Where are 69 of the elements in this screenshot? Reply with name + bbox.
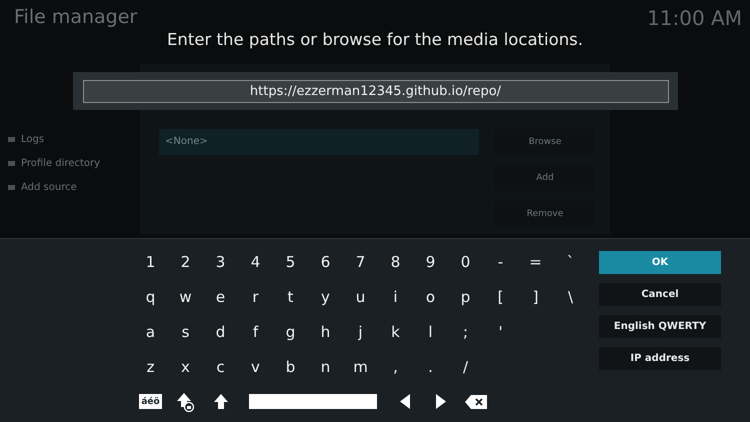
url-field[interactable]: https://ezzerman12345.github.io/repo/ — [82, 80, 668, 102]
keyboard-button[interactable]: English QWERTY — [599, 315, 721, 338]
keyboard-key[interactable]: v — [238, 352, 273, 382]
keyboard-key[interactable]: 8 — [378, 246, 413, 276]
left-arrow-icon — [400, 394, 411, 409]
keyboard-key[interactable]: ' — [483, 316, 518, 346]
right-arrow-icon — [435, 394, 446, 409]
backspace-icon — [464, 394, 486, 408]
keyboard-key[interactable]: ] — [518, 282, 553, 312]
bullet-icon — [8, 137, 15, 142]
keyboard-key[interactable]: . — [413, 352, 448, 382]
keyboard-key[interactable]: e — [203, 282, 238, 312]
bullet-icon — [8, 161, 15, 166]
keyboard-key[interactable]: 1 — [133, 246, 168, 276]
keyboard-key[interactable]: q — [133, 282, 168, 312]
bullet-icon — [8, 185, 15, 190]
keyboard-key[interactable]: l — [413, 316, 448, 346]
keyboard-key[interactable]: , — [378, 352, 413, 382]
keyboard-key[interactable]: n — [308, 352, 343, 382]
keyboard-key[interactable]: 2 — [168, 246, 203, 276]
keyboard-key[interactable]: 3 — [203, 246, 238, 276]
keyboard-key[interactable]: h — [308, 316, 343, 346]
sidebar-label: Logs — [21, 134, 44, 145]
path-field[interactable]: <None> — [159, 129, 479, 155]
keyboard-key[interactable]: t — [273, 282, 308, 312]
page-title: File manager — [14, 6, 138, 28]
keyboard-key[interactable]: f — [238, 316, 273, 346]
sidebar-item[interactable]: Add source — [8, 182, 100, 193]
keyboard-button[interactable]: OK — [599, 251, 721, 274]
keyboard-key[interactable]: \ — [553, 282, 588, 312]
shift-icon — [212, 393, 228, 410]
keyboard-key[interactable]: ; — [448, 316, 483, 346]
keyboard-key[interactable]: 5 — [273, 246, 308, 276]
keyboard-button[interactable]: Cancel — [599, 283, 721, 306]
keyboard-key[interactable]: ` — [553, 246, 588, 276]
keyboard-key[interactable]: 0 — [448, 246, 483, 276]
dialog-heading: Enter the paths or browse for the media locations. — [166, 30, 584, 49]
keyboard-key[interactable]: w — [168, 282, 203, 312]
sidebar-item[interactable]: Logs — [8, 134, 100, 145]
keyboard-key[interactable]: y — [308, 282, 343, 312]
keyboard-key[interactable]: o — [413, 282, 448, 312]
keyboard-key[interactable]: c — [203, 352, 238, 382]
keyboard-key[interactable]: p — [448, 282, 483, 312]
keyboard-key[interactable]: - — [483, 246, 518, 276]
keyboard-key[interactable]: r — [238, 282, 273, 312]
sidebar-label: Add source — [21, 182, 77, 193]
keyboard-key[interactable]: u — [343, 282, 378, 312]
keyboard-key[interactable]: 7 — [343, 246, 378, 276]
caps-lock-icon — [176, 392, 196, 412]
keyboard-key[interactable]: x — [168, 352, 203, 382]
keyboard-key[interactable]: / — [448, 352, 483, 382]
keyboard-key[interactable]: g — [273, 316, 308, 346]
keyboard-key[interactable]: k — [378, 316, 413, 346]
keyboard-key[interactable]: a — [133, 316, 168, 346]
symbols-key[interactable]: áéö — [139, 394, 162, 409]
keyboard-key[interactable]: b — [273, 352, 308, 382]
keyboard-key[interactable]: 6 — [308, 246, 343, 276]
keyboard-key[interactable]: z — [133, 352, 168, 382]
clock: 11:00 AM — [647, 6, 742, 30]
keyboard-key[interactable]: i — [378, 282, 413, 312]
keyboard-key[interactable]: 4 — [238, 246, 273, 276]
keyboard-key[interactable]: s — [168, 316, 203, 346]
keyboard-key[interactable]: 9 — [413, 246, 448, 276]
keyboard-key[interactable]: j — [343, 316, 378, 346]
keyboard-key[interactable]: = — [518, 246, 553, 276]
keyboard-key[interactable]: m — [343, 352, 378, 382]
keyboard-key[interactable]: d — [203, 316, 238, 346]
keyboard-key[interactable]: [ — [483, 282, 518, 312]
keyboard-button[interactable]: IP address — [599, 347, 721, 370]
